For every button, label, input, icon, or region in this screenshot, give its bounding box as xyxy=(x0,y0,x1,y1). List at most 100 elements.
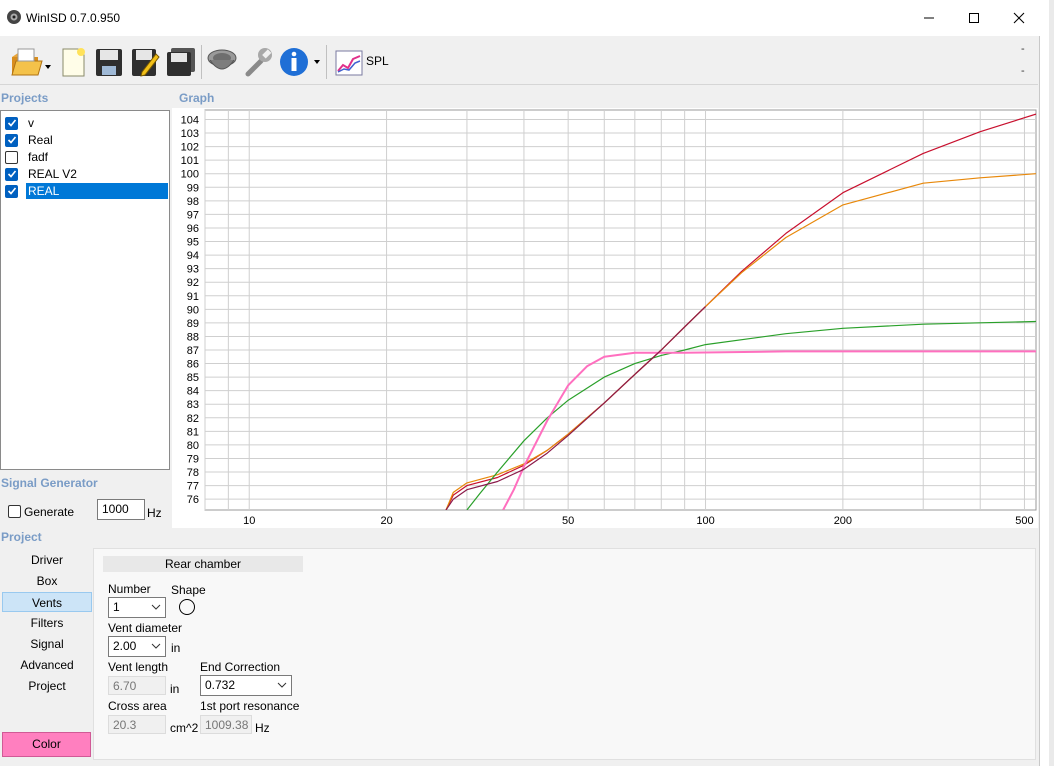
rear-chamber-header[interactable]: Rear chamber xyxy=(103,556,303,572)
project-item[interactable]: REAL xyxy=(3,183,168,199)
project-item[interactable]: Real xyxy=(3,132,168,148)
spl-graph-icon xyxy=(335,50,363,76)
save-as-button[interactable] xyxy=(128,43,162,81)
project-label[interactable]: v xyxy=(26,115,36,131)
spl-graph[interactable]: 7677 78 7980 8182 8384 8586 87 8889 9091 9293 9495… xyxy=(172,108,1038,528)
x-tick-label: 50 xyxy=(562,515,574,527)
projects-title: Projects xyxy=(1,91,49,105)
y-tick-label: 101 xyxy=(181,155,199,167)
new-button[interactable] xyxy=(56,43,90,81)
number-select-value: 1 xyxy=(113,600,120,614)
y-tick-label: 94 xyxy=(187,250,199,262)
project-label[interactable]: Real xyxy=(26,132,55,148)
tools-button[interactable] xyxy=(241,43,275,81)
toolbar-dash: - xyxy=(1021,43,1025,55)
cross-area-field: 20.3 xyxy=(108,715,166,734)
projects-list[interactable]: v Real fadf REAL V2 REAL xyxy=(0,110,170,470)
new-document-icon xyxy=(62,48,85,77)
chevron-down-icon xyxy=(151,643,161,649)
frequency-input[interactable]: 1000 xyxy=(97,499,145,520)
signal-generator-title: Signal Generator xyxy=(1,476,98,490)
y-tick-label: 89 xyxy=(187,318,199,330)
generate-checkbox[interactable] xyxy=(8,505,21,518)
close-button[interactable] xyxy=(996,0,1042,36)
port-resonance-unit: Hz xyxy=(255,721,270,735)
y-tick-label: 84 xyxy=(187,386,199,398)
maximize-button[interactable] xyxy=(951,0,997,36)
project-item[interactable]: v xyxy=(3,115,168,131)
toolbar-separator xyxy=(201,45,202,79)
title-bar: WinISD 0.7.0.950 xyxy=(0,0,1040,36)
nav-item-vents[interactable]: Vents xyxy=(2,592,92,612)
spl-button[interactable] xyxy=(332,43,366,81)
number-label: Number xyxy=(108,582,151,596)
vent-diameter-label: Vent diameter xyxy=(108,621,183,635)
vent-length-label: Vent length xyxy=(108,660,169,674)
vent-diameter-unit: in xyxy=(171,641,181,655)
number-select[interactable]: 1 xyxy=(108,597,166,618)
nav-item-advanced[interactable]: Advanced xyxy=(2,655,92,675)
y-tick-label: 79 xyxy=(187,453,199,465)
save-button[interactable] xyxy=(92,43,126,81)
y-tick-label: 99 xyxy=(187,182,199,194)
info-icon xyxy=(280,48,320,76)
y-tick-label: 88 xyxy=(187,331,199,343)
port-resonance-field: 1009.38 xyxy=(200,715,252,734)
driver-icon xyxy=(207,49,237,70)
y-tick-label: 81 xyxy=(187,426,199,438)
vent-diameter-select[interactable]: 2.00 xyxy=(108,636,166,657)
edit-icon xyxy=(132,49,160,77)
open-folder-icon xyxy=(11,48,51,76)
nav-item-filters[interactable]: Filters xyxy=(2,613,92,633)
toolbar: SPL - - xyxy=(0,39,1038,85)
y-tick-label: 93 xyxy=(187,264,199,276)
checkmark-icon xyxy=(7,136,16,144)
toolbar-dash: - xyxy=(1021,65,1025,77)
project-label[interactable]: REAL V2 xyxy=(26,166,79,182)
project-label[interactable]: fadf xyxy=(26,149,50,165)
y-tick-label: 86 xyxy=(187,359,199,371)
y-tick-label: 100 xyxy=(181,169,199,181)
end-correction-select[interactable]: 0.732 xyxy=(200,675,292,696)
background-scrollbar xyxy=(1049,0,1054,766)
project-checkbox[interactable] xyxy=(5,133,18,147)
save-icon xyxy=(96,49,122,76)
nav-item-driver[interactable]: Driver xyxy=(2,550,92,570)
open-button[interactable] xyxy=(6,43,54,81)
vent-length-unit: in xyxy=(170,682,180,696)
chevron-down-icon xyxy=(277,682,287,688)
project-label[interactable]: REAL xyxy=(26,183,168,199)
project-checkbox[interactable] xyxy=(5,150,18,164)
port-resonance-label: 1st port resonance xyxy=(200,699,300,713)
generate-label[interactable]: Generate xyxy=(24,505,74,519)
round-shape-icon[interactable] xyxy=(179,599,195,615)
y-tick-label: 78 xyxy=(187,467,199,479)
y-tick-label: 80 xyxy=(187,440,199,452)
chevron-down-icon xyxy=(151,604,161,610)
app-logo-icon xyxy=(7,10,21,24)
cross-area-label: Cross area xyxy=(108,699,167,713)
driver-button[interactable] xyxy=(205,43,239,81)
shape-label: Shape xyxy=(171,583,206,597)
frequency-unit: Hz xyxy=(147,506,162,520)
cross-area-unit: cm^2 xyxy=(170,721,199,735)
project-item[interactable]: fadf xyxy=(3,149,168,165)
minimize-icon xyxy=(924,17,934,19)
project-item[interactable]: REAL V2 xyxy=(3,166,168,182)
nav-item-signal[interactable]: Signal xyxy=(2,634,92,654)
x-tick-label: 200 xyxy=(834,515,852,527)
checkmark-icon xyxy=(7,187,16,195)
nav-item-project[interactable]: Project xyxy=(2,676,92,696)
project-checkbox[interactable] xyxy=(5,184,18,198)
close-icon xyxy=(1013,12,1025,24)
save-all-button[interactable] xyxy=(164,43,198,81)
project-checkbox[interactable] xyxy=(5,116,18,130)
minimize-button[interactable] xyxy=(906,0,952,36)
project-checkbox[interactable] xyxy=(5,167,18,181)
info-button[interactable] xyxy=(277,43,325,81)
spl-label[interactable]: SPL xyxy=(366,54,389,68)
y-tick-label: 82 xyxy=(187,413,199,425)
nav-item-box[interactable]: Box xyxy=(2,571,92,591)
x-tick-label: 10 xyxy=(243,515,255,527)
color-button[interactable]: Color xyxy=(2,732,91,757)
